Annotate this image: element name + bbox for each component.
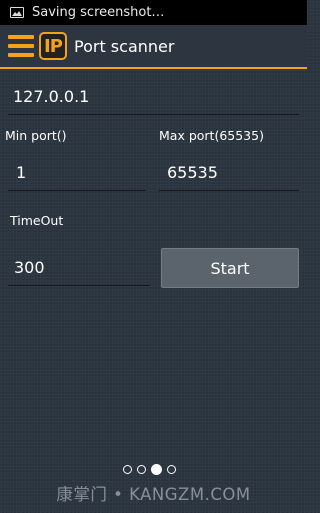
host-input[interactable] <box>8 84 304 108</box>
max-port-input[interactable] <box>159 160 307 184</box>
timeout-field <box>8 255 156 286</box>
start-button[interactable]: Start <box>161 248 299 288</box>
page-dot[interactable] <box>167 465 176 474</box>
watermark: 康掌门 • KANGZM.COM <box>56 485 251 504</box>
page-indicator <box>123 464 176 475</box>
app-logo: IP <box>39 32 67 60</box>
image-icon <box>10 7 24 18</box>
hamburger-menu-icon[interactable] <box>8 35 34 57</box>
min-port-label: Min port() <box>5 128 67 143</box>
app-title: Port scanner <box>74 36 175 56</box>
status-bar: Saving screenshot… <box>0 0 307 25</box>
min-port-input[interactable] <box>8 160 154 184</box>
status-notification-text: Saving screenshot… <box>32 5 165 20</box>
max-port-label: Max port(65535) <box>159 128 264 143</box>
page-dot-active[interactable] <box>151 464 162 475</box>
page-dot[interactable] <box>137 465 146 474</box>
host-field <box>8 84 304 115</box>
timeout-label: TimeOut <box>10 213 64 228</box>
max-port-field <box>159 160 307 191</box>
min-port-field <box>8 160 154 191</box>
timeout-input[interactable] <box>8 255 156 279</box>
action-bar: IP Port scanner <box>0 25 307 69</box>
page-dot[interactable] <box>123 465 132 474</box>
